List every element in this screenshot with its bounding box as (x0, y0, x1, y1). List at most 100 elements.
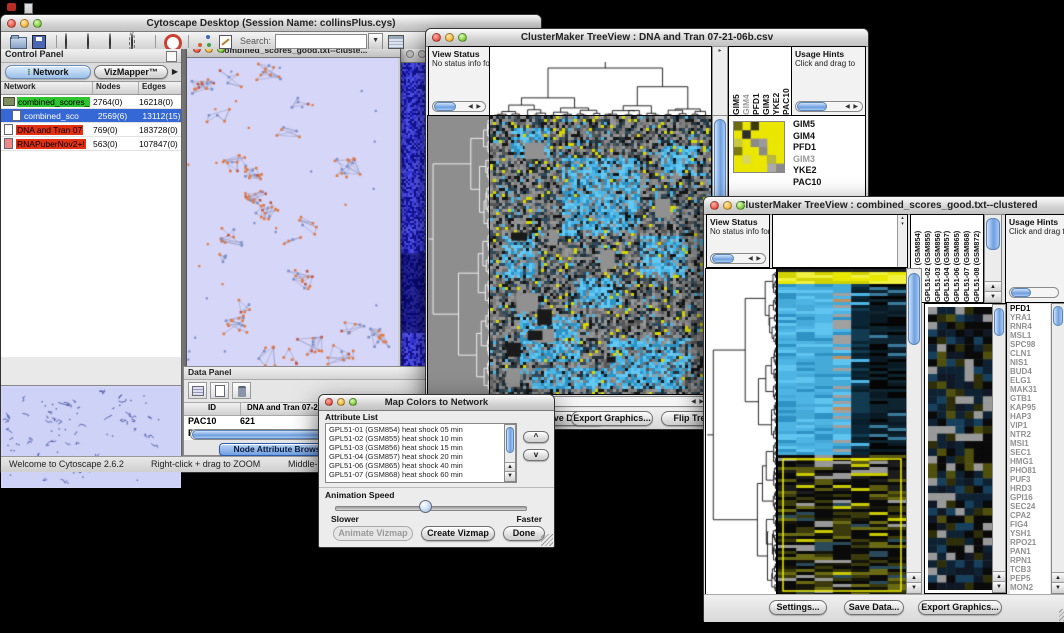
gene-label[interactable]: GIM5 (793, 119, 865, 131)
minimize-icon[interactable] (723, 201, 732, 210)
attribute-list-vscrollbar[interactable]: ▲ ▼ (504, 424, 516, 482)
network-row-3[interactable]: RNAPuberNov2+! 563(0) 107847(0) (1, 137, 181, 151)
column-label[interactable]: PFD1 (751, 49, 761, 115)
gene-label[interactable]: MSL1 (1010, 331, 1050, 340)
resize-grip[interactable] (541, 534, 553, 546)
gene-label[interactable]: MSI1 (1010, 439, 1050, 448)
close-icon[interactable] (432, 33, 441, 42)
tab-network[interactable]: ⁝ Network (5, 65, 91, 79)
attribute-item[interactable]: GPL51-01 (GSM854) heat shock 05 min (329, 425, 516, 434)
minimize-icon[interactable] (205, 49, 213, 53)
menubar-app-icon[interactable] (7, 3, 16, 11)
column-label[interactable]: YKE2 (771, 49, 781, 115)
export-graphics-button[interactable]: Export Graphics... (918, 600, 1002, 615)
zoom-window-icon[interactable] (458, 33, 467, 42)
gene-label[interactable]: YKE2 (793, 165, 865, 177)
scrollbar-thumb[interactable] (506, 427, 514, 453)
gene-label[interactable]: GTB1 (1010, 394, 1050, 403)
gene-label[interactable]: SEC1 (1010, 448, 1050, 457)
gene-label[interactable]: HAP3 (1010, 412, 1050, 421)
scrollbar-thumb[interactable] (797, 102, 827, 111)
gene-label[interactable]: RNR4 (1010, 322, 1050, 331)
usage-hints-hscrollbar[interactable]: ◀ ▶ (795, 101, 863, 112)
gene-list-vscrollbar[interactable]: ▲ ▼ (1051, 303, 1064, 594)
attribute-item[interactable]: GPL51-04 (GSM857) heat shock 20 min (329, 452, 516, 461)
attribute-item[interactable]: GPL51-06 (GSM865) heat shock 40 min (329, 461, 516, 470)
column-label[interactable]: GPL51-03 (GSM856) (933, 216, 943, 302)
minimize-icon[interactable] (20, 19, 29, 28)
gene-label[interactable]: BUD4 (1010, 367, 1050, 376)
scroll-down-icon[interactable]: ▼ (985, 291, 1001, 302)
attribute-item[interactable]: GPL51-03 (GSM856) heat shock 15 min (329, 443, 516, 452)
row-dendrogram-canvas[interactable] (705, 268, 777, 595)
export-graphics-button[interactable]: Export Graphics... (571, 411, 653, 426)
heatmap-vscrollbar[interactable]: ▲ ▼ (906, 268, 922, 594)
gene-label[interactable]: PFD1 (793, 142, 865, 154)
gene-label[interactable]: PHO81 (1010, 466, 1050, 475)
scroll-down-icon[interactable]: ▼ (1052, 582, 1064, 593)
col-id[interactable]: ID (184, 403, 241, 415)
gene-label[interactable]: VIP1 (1010, 421, 1050, 430)
gene-label[interactable]: RPO21 (1010, 538, 1050, 547)
gene-label[interactable]: TCB3 (1010, 565, 1050, 574)
scrollbar-thumb[interactable] (1011, 288, 1031, 297)
gene-label[interactable]: NIS1 (1010, 358, 1050, 367)
gene-label[interactable]: MAK31 (1010, 385, 1050, 394)
attribute-grid-icon[interactable] (188, 382, 207, 399)
gene-label[interactable]: PAC10 (793, 177, 865, 189)
column-label[interactable]: GPL51-07 (GSM868) (962, 216, 972, 302)
attribute-item[interactable]: GPL51-02 (GSM855) heat shock 10 min (329, 434, 516, 443)
attribute-item[interactable]: GPL51-07 (GSM868) heat shock 60 min (329, 470, 516, 479)
filter-table-icon[interactable] (388, 35, 404, 49)
scrollbar-thumb[interactable] (712, 254, 734, 263)
gene-label[interactable]: CLN1 (1010, 349, 1050, 358)
gene-label[interactable]: CPA2 (1010, 511, 1050, 520)
gene-label[interactable]: HRD3 (1010, 484, 1050, 493)
close-icon[interactable] (406, 50, 414, 58)
gene-label[interactable]: PFD1 (1010, 304, 1050, 313)
column-label[interactable]: GIM4 (741, 49, 751, 115)
view-status-hscrollbar[interactable]: ◀ ▶ (432, 101, 486, 112)
row-dendrogram-canvas[interactable] (427, 115, 491, 395)
scrollbar-thumb[interactable] (434, 102, 456, 111)
column-label[interactable]: GPL51-06 (GSM865) (952, 216, 962, 302)
usage-hints-hscrollbar[interactable] (1009, 287, 1059, 298)
network-window-1[interactable]: combined_scores_good.txt--cluste... (186, 49, 401, 376)
scroll-down-icon[interactable]: ▼ (993, 581, 1005, 592)
tab-vizmapper[interactable]: VizMapper™ (94, 65, 168, 79)
zoom-window-icon[interactable] (217, 49, 225, 53)
save-session-icon[interactable] (32, 35, 46, 49)
dialog-titlebar[interactable]: Map Colors to Network (319, 395, 554, 411)
open-session-icon[interactable] (10, 37, 27, 49)
menubar-doc-icon[interactable] (24, 3, 33, 14)
gene-label[interactable]: RPN1 (1010, 556, 1050, 565)
network-row-2[interactable]: DNA and Tran 07 769(0) 183728(0) (1, 123, 181, 137)
network-row-1-selected[interactable]: combined_sco 2569(6) 13112(15) (1, 109, 181, 123)
gene-label[interactable]: ELG1 (1010, 376, 1050, 385)
gene-label[interactable]: YRA1 (1010, 313, 1050, 322)
gene-label[interactable]: YSH1 (1010, 529, 1050, 538)
gene-label[interactable]: HMG1 (1010, 457, 1050, 466)
heatmap-canvas[interactable] (777, 268, 907, 595)
close-icon[interactable] (710, 201, 719, 210)
network-row-0[interactable]: combined_scores_ 2764(0) 16218(0) (1, 95, 181, 109)
resize-grip[interactable] (1059, 609, 1064, 621)
settings-button[interactable]: Settings... (769, 600, 827, 615)
zoom-window-icon[interactable] (33, 19, 42, 28)
gene-label[interactable]: GPI16 (1010, 493, 1050, 502)
heatmap-canvas[interactable] (489, 115, 712, 395)
scroll-down-icon[interactable]: ▼ (505, 471, 515, 481)
column-label[interactable]: GPL51-02 (GSM855) (923, 216, 933, 302)
trash-icon[interactable] (232, 382, 251, 399)
create-vizmap-button[interactable]: Create Vizmap (421, 526, 495, 541)
animate-vizmap-button[interactable]: Animate Vizmap (333, 526, 413, 541)
zoom-heatmap-canvas[interactable] (928, 307, 992, 590)
move-down-button[interactable]: v (523, 449, 549, 461)
gene-label[interactable]: PUF3 (1010, 475, 1050, 484)
column-dendrogram-area[interactable]: ▴▾ (772, 214, 908, 268)
tab-more-icon[interactable]: ▶ (172, 67, 178, 76)
zoom-vscrollbar[interactable]: ▲ ▼ (992, 304, 1006, 593)
gene-label[interactable]: SPC98 (1010, 340, 1050, 349)
move-up-button[interactable]: ^ (523, 431, 549, 443)
column-label[interactable]: PAC10 (781, 49, 791, 115)
